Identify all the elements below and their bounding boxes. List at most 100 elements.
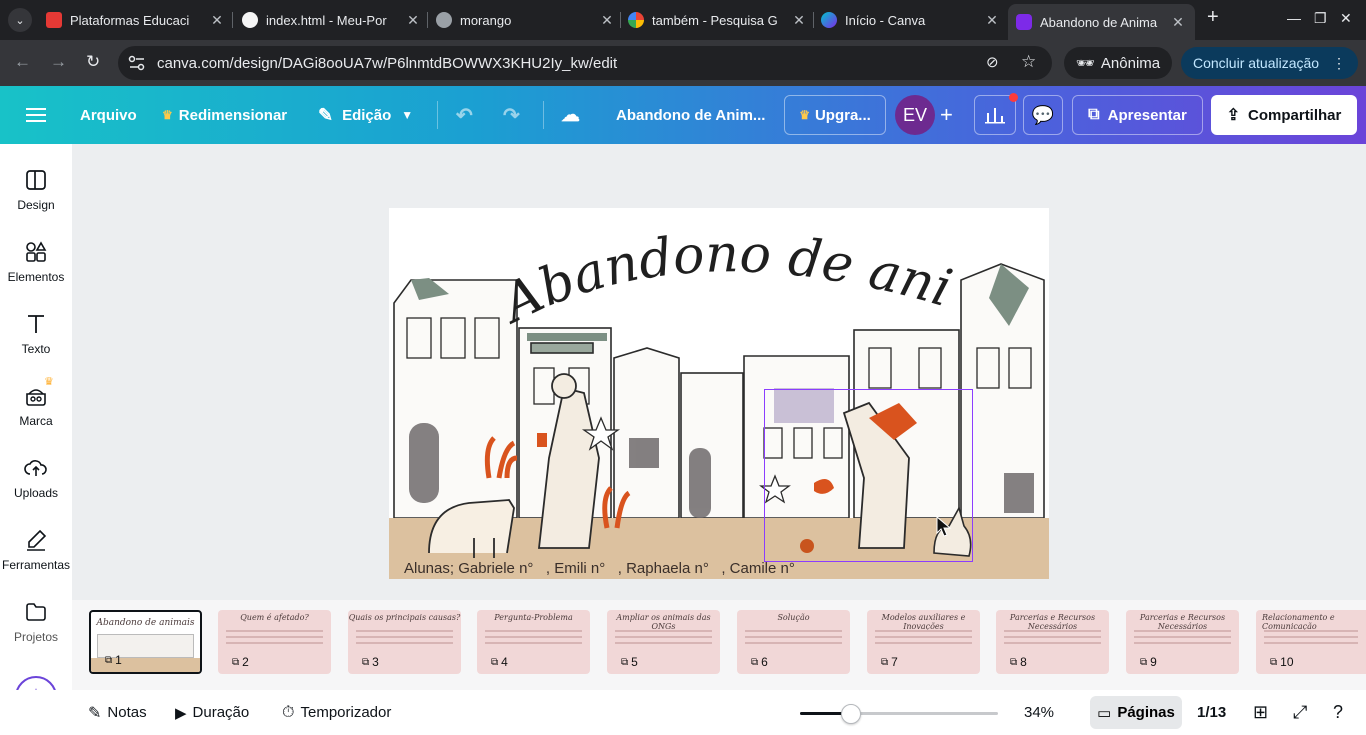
sidebar-item-projects[interactable]: Projetos (0, 600, 72, 644)
page-thumbnail[interactable]: Parcerias e Recursos Necessários ⧉ 8 (996, 610, 1109, 674)
cloud-saved-icon[interactable]: ☁ (561, 86, 580, 144)
forward-icon[interactable]: → (50, 52, 67, 72)
maximize-icon[interactable]: ❐ (1314, 10, 1327, 27)
github-icon (242, 12, 258, 28)
notes-button[interactable]: ✎ Notas (88, 690, 147, 735)
sidebar-item-design[interactable]: Design (0, 168, 72, 212)
present-button[interactable]: ⧉ Apresentar (1072, 95, 1203, 135)
upgrade-button[interactable]: ♛ Upgra... (784, 95, 886, 135)
tab-search-icon[interactable]: ⌄ (8, 8, 32, 32)
stopwatch-icon: ⏱ (282, 703, 295, 721)
crown-icon: ♛ (162, 108, 173, 122)
pencil-icon: ✎ (318, 104, 334, 125)
sidebar-item-text[interactable]: Texto (0, 312, 72, 356)
tab-divider (427, 12, 428, 28)
browser-tab-1[interactable]: Plataformas Educaci ✕ (46, 6, 226, 34)
close-tab-icon[interactable]: ✕ (208, 12, 226, 29)
divider (543, 101, 544, 129)
avatar[interactable]: EV (895, 95, 935, 135)
add-collaborator-icon[interactable]: + (940, 86, 954, 144)
mouse-cursor-icon (936, 516, 952, 537)
document-title[interactable]: Abandono de Anim... (616, 86, 765, 144)
browser-tab-6[interactable]: Abandono de Anima ✕ (1008, 4, 1195, 40)
file-menu[interactable]: Arquivo (80, 86, 137, 144)
zoom-slider-handle[interactable] (841, 704, 861, 724)
address-bar: ← → ↻ canva.com/design/DAGi8ooUA7w/P6lnm… (0, 40, 1366, 86)
new-tab-icon[interactable]: + (1207, 6, 1219, 29)
upload-icon (24, 460, 47, 476)
minimize-icon[interactable]: — (1287, 10, 1301, 26)
undo-icon[interactable]: ↶ (456, 86, 473, 144)
incognito-icon: 🕶 (1075, 55, 1095, 72)
page-thumbnail[interactable]: Quem é afetado? ⧉ 2 (218, 610, 331, 674)
zoom-slider[interactable] (800, 712, 998, 715)
close-tab-icon[interactable]: ✕ (1169, 14, 1187, 31)
sidebar-item-elements[interactable]: Elementos (0, 240, 72, 284)
page-number: ⧉ 3 (362, 655, 379, 669)
back-icon[interactable]: ← (14, 52, 31, 72)
eye-off-icon[interactable]: ⊘ (986, 53, 999, 71)
main-menu-icon[interactable] (26, 86, 46, 144)
fullscreen-icon[interactable]: ⤢ (1293, 690, 1307, 735)
page-number: ⧉ 5 (621, 655, 638, 669)
tab-favicon-icon (46, 12, 62, 28)
kebab-menu-icon[interactable]: ⋮ (1332, 55, 1346, 72)
sidebar-item-brand[interactable]: ♛ Marca (0, 376, 72, 428)
site-info-icon[interactable] (128, 55, 146, 71)
slide-credits[interactable]: Alunas; Gabriele n° , Emili n° , Raphael… (404, 560, 795, 577)
page-number: ⧉ 1 (105, 653, 122, 667)
page-thumbnail[interactable]: Quais os principais causas? ⧉ 3 (348, 610, 461, 674)
insights-button[interactable] (974, 93, 1018, 135)
close-tab-icon[interactable]: ✕ (598, 12, 616, 29)
browser-tab-3[interactable]: morango ✕ (436, 6, 616, 34)
tab-divider (232, 12, 233, 28)
design-icon (26, 170, 46, 190)
close-window-icon[interactable]: ✕ (1340, 10, 1352, 27)
divider (437, 101, 438, 129)
grid-view-icon[interactable]: ⊞ (1253, 690, 1268, 735)
zoom-level[interactable]: 34% (1024, 690, 1054, 735)
bookmark-star-icon[interactable]: ☆ (1021, 52, 1036, 72)
edit-menu[interactable]: ✎ Edição ▼ (318, 86, 413, 144)
canva-icon (821, 12, 837, 28)
left-sidebar: Design Elementos Texto ♛ Marca Uploads F… (0, 144, 72, 735)
close-tab-icon[interactable]: ✕ (404, 12, 422, 29)
browser-tab-5[interactable]: Início - Canva ✕ (821, 6, 1001, 34)
redo-icon[interactable]: ↷ (503, 86, 520, 144)
tools-icon (27, 529, 47, 551)
comment-icon: 💬 (1031, 104, 1055, 125)
pages-button[interactable]: ▭ Páginas (1090, 696, 1182, 729)
crown-icon: ♛ (799, 108, 810, 122)
svg-text:Abandono de animais: Abandono de animais (389, 208, 958, 336)
duration-button[interactable]: ▶ Duração (175, 690, 249, 735)
close-tab-icon[interactable]: ✕ (790, 12, 808, 29)
page-thumbnail[interactable]: Modelos auxiliares e Inovações ⧉ 7 (867, 610, 980, 674)
sidebar-item-uploads[interactable]: Uploads (0, 456, 72, 500)
profile-button[interactable]: 🕶 Anônima (1064, 47, 1172, 79)
resize-button[interactable]: ♛ Redimensionar (162, 86, 287, 144)
page-thumbnail[interactable]: Solução ⧉ 6 (737, 610, 850, 674)
share-button[interactable]: ⇪ Compartilhar (1211, 95, 1357, 135)
close-tab-icon[interactable]: ✕ (983, 12, 1001, 29)
browser-tab-2[interactable]: index.html - Meu-Por ✕ (242, 6, 422, 34)
page-thumbnail[interactable]: Relacionamento e Comunicação ⧉ 10 (1256, 610, 1366, 674)
omnibox[interactable]: canva.com/design/DAGi8ooUA7w/P6lnmtdBOWW… (118, 46, 1052, 80)
pages-icon: ▭ (1097, 704, 1112, 722)
comments-button[interactable]: 💬 (1023, 95, 1063, 135)
browser-tab-4[interactable]: também - Pesquisa G ✕ (628, 6, 808, 34)
sidebar-item-tools[interactable]: Ferramentas (0, 528, 72, 572)
page-thumbnail[interactable]: Abandono de animais ⧉ 1 (89, 610, 202, 674)
notes-icon: ✎ (88, 704, 102, 722)
page-thumbnail[interactable]: Parcerias e Recursos Necessários ⧉ 9 (1126, 610, 1239, 674)
bar-chart-icon (985, 108, 1005, 124)
notification-dot (1009, 93, 1018, 102)
page-thumbnail[interactable]: Ampliar os animais das ONGs ⧉ 5 (607, 610, 720, 674)
bottom-toolbar: ✎ Notas ▶ Duração ⏱ Temporizador 34% ▭ P… (0, 690, 1366, 735)
page-number: ⧉ 7 (881, 655, 898, 669)
reload-icon[interactable]: ↻ (86, 52, 100, 72)
update-button[interactable]: Concluir atualização ⋮ (1181, 47, 1358, 79)
page-number: ⧉ 4 (491, 655, 508, 669)
page-thumbnail[interactable]: Pergunta-Problema ⧉ 4 (477, 610, 590, 674)
help-icon[interactable]: ? (1333, 690, 1343, 735)
timer-button[interactable]: ⏱ Temporizador (282, 690, 391, 735)
